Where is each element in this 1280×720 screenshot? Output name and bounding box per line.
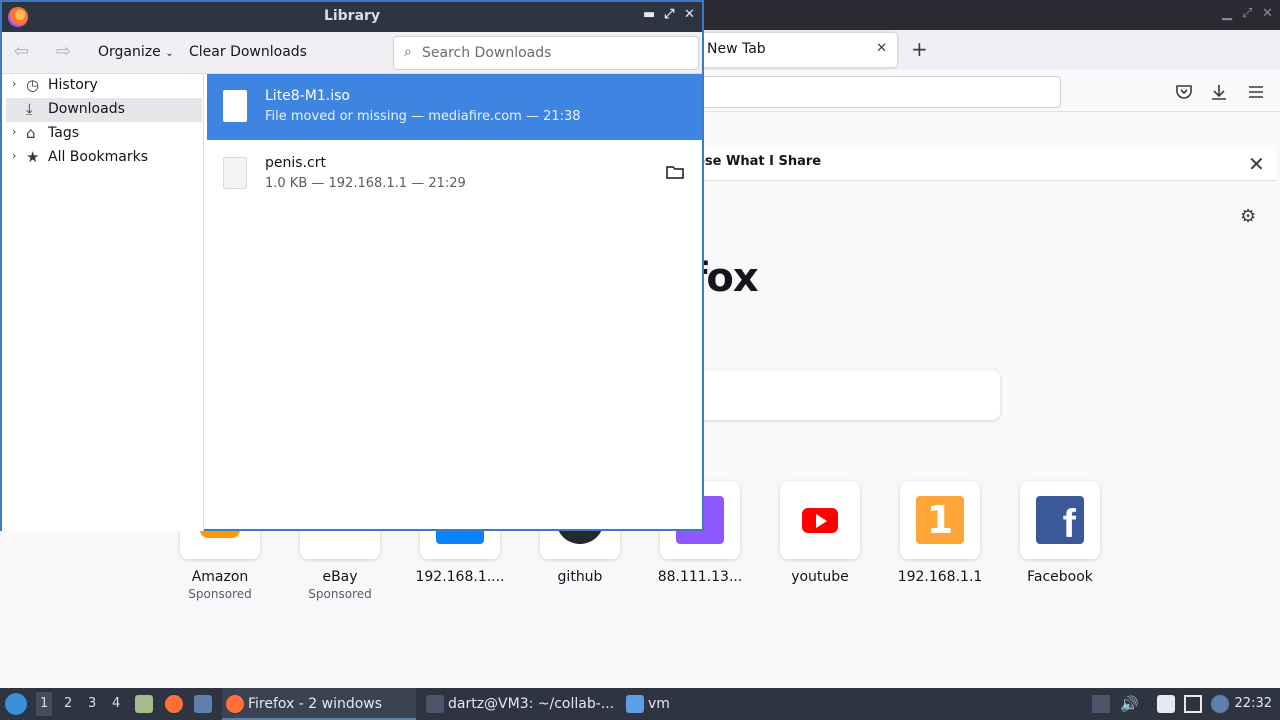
tile-facebook[interactable]: f Facebook <box>1020 481 1100 585</box>
desktop-launcher-icon[interactable] <box>194 695 212 713</box>
download-row[interactable]: Lite8-M1.iso File moved or missing — med… <box>207 74 702 140</box>
tab-title: New Tab <box>707 41 766 57</box>
organize-button[interactable]: Organize ⌄ <box>98 44 174 60</box>
tile-label: Amazon <box>191 569 249 585</box>
start-menu-icon[interactable] <box>5 693 27 715</box>
search-input[interactable] <box>422 41 692 65</box>
tile-label: eBay <box>322 569 358 585</box>
back-arrow-icon[interactable]: ⇦ <box>14 41 29 62</box>
volume-icon[interactable]: 🔊 <box>1120 695 1139 713</box>
task-vm-folder[interactable]: vm <box>622 688 722 720</box>
task-label: vm <box>648 696 670 712</box>
tab-new-tab[interactable]: New Tab ✕ <box>697 33 897 67</box>
file-icon <box>223 90 247 122</box>
task-firefox[interactable]: Firefox - 2 windows <box>222 688 416 720</box>
firefox-icon <box>226 695 244 713</box>
tile-label: Facebook <box>1027 569 1093 585</box>
menu-icon[interactable] <box>1246 82 1266 102</box>
sidebar-item-label: Tags <box>48 125 79 141</box>
close-icon[interactable]: ✕ <box>684 7 695 22</box>
star-icon: ★ <box>26 148 40 166</box>
clipboard-icon[interactable] <box>1157 695 1175 713</box>
clock[interactable]: 22:32 <box>1235 696 1272 711</box>
clear-downloads-button[interactable]: Clear Downloads <box>189 44 307 60</box>
workspace-4[interactable]: 4 <box>112 696 120 711</box>
pocket-icon[interactable] <box>1174 82 1194 102</box>
search-downloads-box[interactable]: ⌕ <box>393 36 699 70</box>
workspace-2[interactable]: 2 <box>64 696 72 711</box>
tile-192-168-1-1[interactable]: 1 192.168.1.1 <box>898 481 982 585</box>
sidebar-item-history[interactable]: › ◷ History <box>6 74 202 98</box>
close-icon[interactable]: ✕ <box>1262 6 1273 21</box>
sidebar-item-all-bookmarks[interactable]: › ★ All Bookmarks <box>6 146 202 170</box>
search-icon: ⌕ <box>404 44 412 60</box>
file-manager-launcher-icon[interactable] <box>135 695 153 713</box>
minimize-icon[interactable]: ▬ <box>643 7 655 22</box>
forward-arrow-icon[interactable]: ⇨ <box>56 41 71 62</box>
library-toolbar: ⇦ ⇨ Organize ⌄ Clear Downloads ⌕ <box>2 32 702 74</box>
firefox-launcher-icon[interactable] <box>165 695 183 713</box>
task-terminal[interactable]: dartz@VM3: ~/collab-... <box>422 688 618 720</box>
notification-button[interactable]: ose What I Share <box>696 154 821 169</box>
maximize-icon[interactable]: ⤢ <box>1242 6 1252 21</box>
update-icon[interactable] <box>1211 695 1229 713</box>
notification-bar: ose What I Share <box>640 145 1276 181</box>
tile-sponsored-label: Sponsored <box>188 587 252 601</box>
sidebar-item-tags[interactable]: › ⌂ Tags <box>6 122 202 146</box>
tile-label: 192.168.1.1 <box>897 569 983 585</box>
file-icon <box>223 157 247 189</box>
clock-icon: ◷ <box>26 76 40 94</box>
tile-sponsored-label: Sponsored <box>308 587 372 601</box>
library-titlebar: Library ▬ ⤢ ✕ <box>2 2 702 32</box>
library-window: Library ▬ ⤢ ✕ ⇦ ⇨ Organize ⌄ Clear Downl… <box>0 0 704 531</box>
download-status: 1.0 KB — 192.168.1.1 — 21:29 <box>265 176 466 191</box>
minimize-icon[interactable]: ▁ <box>1222 6 1232 21</box>
download-filename: Lite8-M1.iso <box>265 88 350 104</box>
workspace-1[interactable]: 1 <box>36 692 53 716</box>
sidebar-item-label: History <box>48 77 98 93</box>
tile-youtube[interactable]: youtube <box>780 481 860 585</box>
chevron-right-icon[interactable]: › <box>12 77 16 90</box>
download-row[interactable]: penis.crt 1.0 KB — 192.168.1.1 — 21:29 <box>207 141 702 207</box>
tile-label: github <box>557 569 603 585</box>
library-sidebar: › ◷ History ⤓ Downloads › ⌂ Tags › ★ All… <box>2 74 204 531</box>
sidebar-item-label: All Bookmarks <box>48 149 149 165</box>
terminal-icon <box>426 695 444 713</box>
gear-icon[interactable]: ⚙ <box>1240 206 1256 227</box>
maximize-icon[interactable]: ⤢ <box>664 7 674 22</box>
download-status: File moved or missing — mediafire.com — … <box>265 109 581 124</box>
tray-arrow-icon[interactable] <box>1092 695 1110 713</box>
task-label: dartz@VM3: ~/collab-... <box>448 696 615 712</box>
window-title: Library <box>323 8 381 24</box>
network-icon[interactable] <box>1184 695 1202 713</box>
sidebar-item-downloads[interactable]: ⤓ Downloads <box>6 98 202 122</box>
downloads-icon[interactable] <box>1209 82 1229 102</box>
organize-label: Organize <box>98 44 161 60</box>
tab-close-icon[interactable]: ✕ <box>876 41 887 56</box>
new-tab-plus-icon[interactable]: + <box>911 38 928 60</box>
chevron-right-icon[interactable]: › <box>12 125 16 138</box>
download-filename: penis.crt <box>265 155 326 171</box>
sidebar-item-label: Downloads <box>48 101 125 117</box>
tag-icon: ⌂ <box>26 124 36 142</box>
tile-label: 192.168.1.... <box>415 569 505 585</box>
download-icon: ⤓ <box>26 100 33 118</box>
folder-icon <box>626 695 644 713</box>
chevron-down-icon: ⌄ <box>165 48 174 59</box>
tile-label: youtube <box>791 569 849 585</box>
task-label: Firefox - 2 windows <box>248 696 383 712</box>
notification-close-icon[interactable]: ✕ <box>1248 152 1265 176</box>
tile-label: 88.111.13... <box>657 569 743 585</box>
open-folder-icon[interactable] <box>665 163 685 181</box>
chevron-right-icon[interactable]: › <box>12 149 16 162</box>
workspace-3[interactable]: 3 <box>88 696 96 711</box>
taskbar: 1 2 3 4 Firefox - 2 windows dartz@VM3: ~… <box>0 688 1280 720</box>
